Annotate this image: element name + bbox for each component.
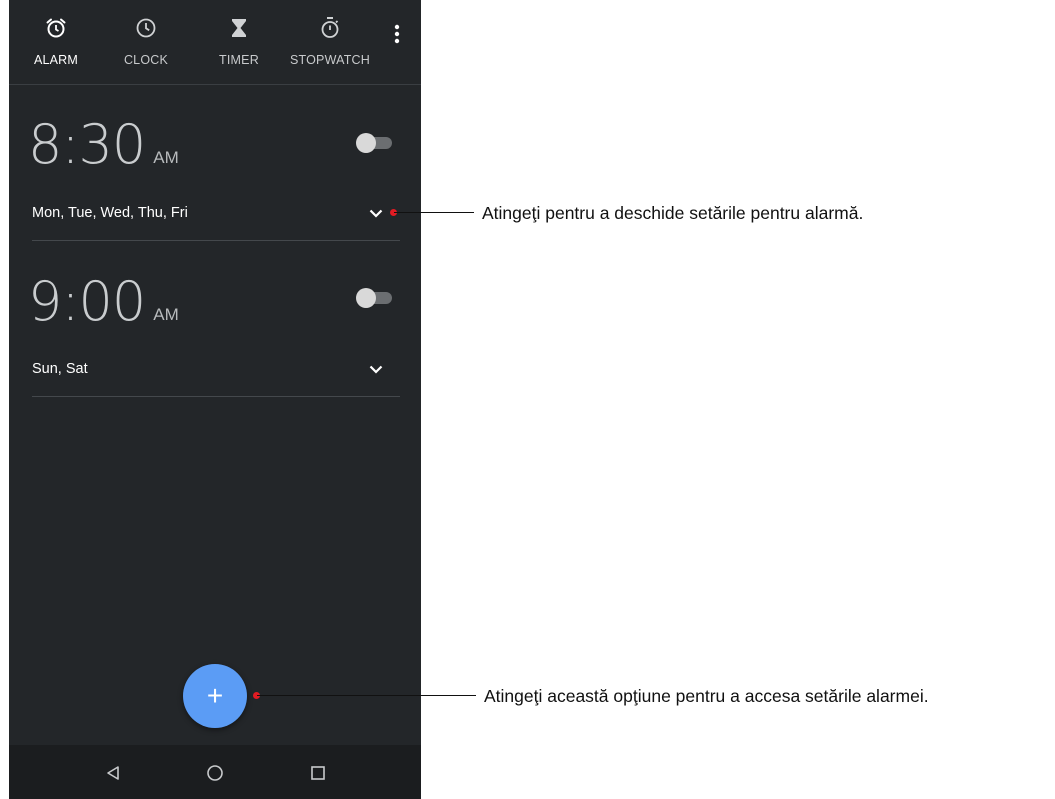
tab-alarm[interactable]: ALARM [11,0,101,84]
recents-square-icon [311,766,325,780]
tab-timer-label: TIMER [219,53,259,67]
alarm-divider [32,396,400,397]
alarm-time-value: 8:30 [28,113,146,176]
alarm-divider [32,240,400,241]
toggle-thumb [356,288,376,308]
tab-bar: ALARM CLOCK TIMER STOPWATCH [9,0,421,85]
alarm-time[interactable]: 8:30 AM [28,118,179,172]
alarm-icon [44,15,68,41]
alarm-toggle-switch[interactable] [356,133,394,153]
alarm-time-value: 9:00 [28,270,146,333]
callout-add-alarm: Atingeţi această opţiune pentru a accesa… [484,686,929,706]
add-alarm-button[interactable]: + [183,664,247,728]
expand-alarm-button[interactable] [366,203,386,223]
alarm-ampm: AM [153,148,179,167]
stopwatch-icon [318,15,342,41]
home-circle-icon [207,765,223,781]
callout-expand-settings: Atingeţi pentru a deschide setările pent… [482,203,864,223]
alarm-repeat-days: Sun, Sat [32,361,88,377]
back-button[interactable] [102,762,124,784]
chevron-down-icon [369,209,383,218]
alarm-time[interactable]: 9:00 AM [28,275,179,329]
home-button[interactable] [204,762,226,784]
alarm-ampm: AM [153,305,179,324]
system-navigation-bar [9,745,421,799]
callout-line [394,212,474,213]
toggle-thumb [356,133,376,153]
tab-alarm-label: ALARM [33,53,79,67]
back-triangle-icon [107,766,119,780]
tab-clock[interactable]: CLOCK [101,0,191,84]
alarm-repeat-days: Mon, Tue, Wed, Thu, Fri [32,205,188,221]
more-vert-icon [394,24,400,44]
tab-stopwatch[interactable]: STOPWATCH [281,0,379,84]
recents-button[interactable] [307,762,329,784]
expand-alarm-button[interactable] [366,359,386,379]
callout-line [257,695,476,696]
clock-icon [134,15,158,41]
add-icon: + [206,680,224,711]
overflow-menu-button[interactable] [387,20,407,48]
clock-app-screen: ALARM CLOCK TIMER STOPWATCH 8:30 AM Mon,… [9,0,421,799]
chevron-down-icon [369,365,383,374]
tab-timer[interactable]: TIMER [194,0,284,84]
tab-stopwatch-label: STOPWATCH [289,53,371,67]
tab-clock-label: CLOCK [123,53,169,67]
alarm-toggle-switch[interactable] [356,288,394,308]
hourglass-icon [227,15,251,41]
